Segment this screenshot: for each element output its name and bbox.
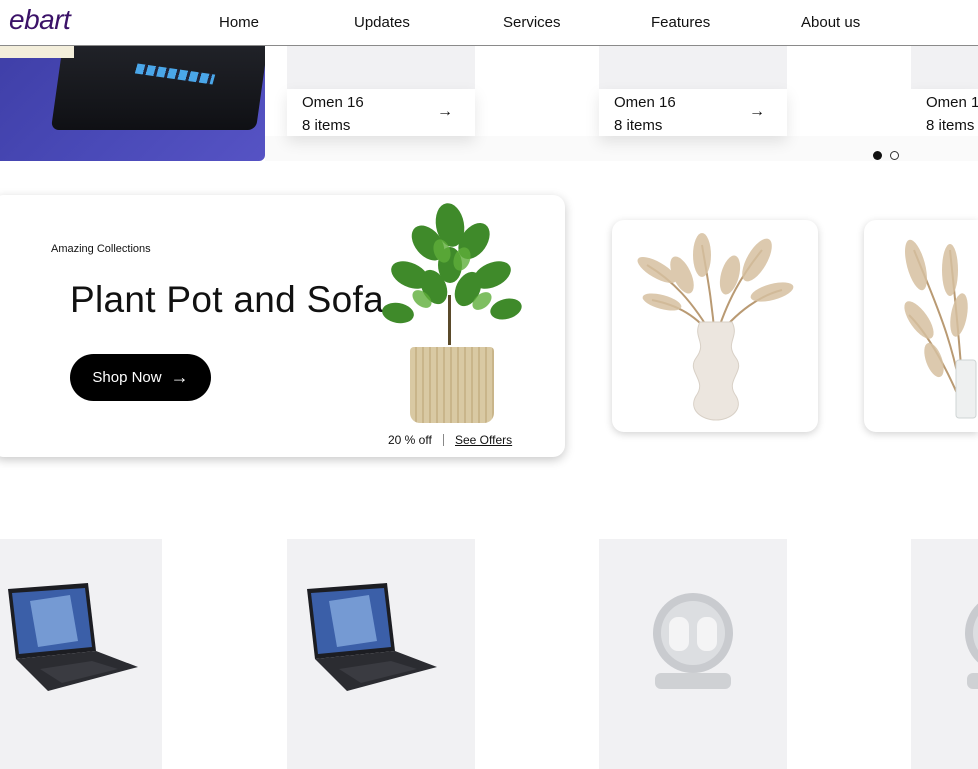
shop-now-button[interactable]: Shop Now → xyxy=(70,354,211,401)
category-card[interactable]: Omen 16 8 items xyxy=(911,45,978,136)
gaming-laptop-image xyxy=(8,583,138,691)
product-card[interactable] xyxy=(0,539,162,769)
decor-card[interactable] xyxy=(864,220,978,432)
plant-pot-image xyxy=(410,347,494,423)
product-card[interactable] xyxy=(287,539,475,769)
category-card-info: Omen 16 8 items → xyxy=(287,89,475,136)
category-card-image xyxy=(911,45,978,89)
product-card[interactable] xyxy=(911,539,978,769)
brand-logo[interactable]: ebart xyxy=(9,4,71,36)
arrow-right-icon: → xyxy=(170,367,189,387)
nav-services[interactable]: Services xyxy=(503,14,561,31)
pampas-grass-vase-image xyxy=(637,233,794,421)
category-count: 8 items xyxy=(614,117,663,134)
category-card-info: Omen 16 8 items xyxy=(911,89,978,136)
arrow-right-icon[interactable]: → xyxy=(437,103,453,121)
nav-about-us[interactable]: About us xyxy=(801,14,860,31)
carousel-dot[interactable] xyxy=(890,151,899,160)
shop-now-label: Shop Now xyxy=(92,369,162,386)
category-name: Omen 16 xyxy=(926,94,978,111)
category-card-info: Omen 16 8 items → xyxy=(599,89,787,136)
pampas-grass-glass-vase-image xyxy=(904,239,977,419)
category-card[interactable]: Omen 16 8 items → xyxy=(287,45,475,136)
top-navbar: ebart Home Updates Services Features Abo… xyxy=(0,0,978,46)
category-count: 8 items xyxy=(926,117,975,134)
product-card[interactable] xyxy=(599,539,787,769)
hero-title: Plant Pot and Sofa xyxy=(70,279,384,320)
divider xyxy=(443,434,444,446)
category-row-background xyxy=(265,136,978,161)
see-offers-link[interactable]: See Offers xyxy=(455,433,512,447)
potted-plant-image xyxy=(382,203,522,345)
earbuds-case-image xyxy=(965,603,978,689)
nav-home[interactable]: Home xyxy=(219,14,259,31)
earbuds-case-image xyxy=(653,593,733,689)
hero-eyebrow: Amazing Collections xyxy=(51,243,151,255)
category-card[interactable]: Omen 16 8 items → xyxy=(599,45,787,136)
hero-card: Amazing Collections Plant Pot and Sofa S… xyxy=(0,195,565,457)
gaming-laptop-image xyxy=(307,583,437,691)
category-count: 8 items xyxy=(302,117,351,134)
category-name: Omen 16 xyxy=(302,94,364,111)
category-card-image xyxy=(599,45,787,89)
discount-text: 20 % off xyxy=(388,433,432,447)
carousel-dot-active[interactable] xyxy=(873,151,882,160)
category-name: Omen 16 xyxy=(614,94,676,111)
category-card-image xyxy=(287,45,475,89)
arrow-right-icon[interactable]: → xyxy=(749,103,765,121)
nav-updates[interactable]: Updates xyxy=(354,14,410,31)
nav-features[interactable]: Features xyxy=(651,14,710,31)
decor-card[interactable] xyxy=(612,220,818,432)
